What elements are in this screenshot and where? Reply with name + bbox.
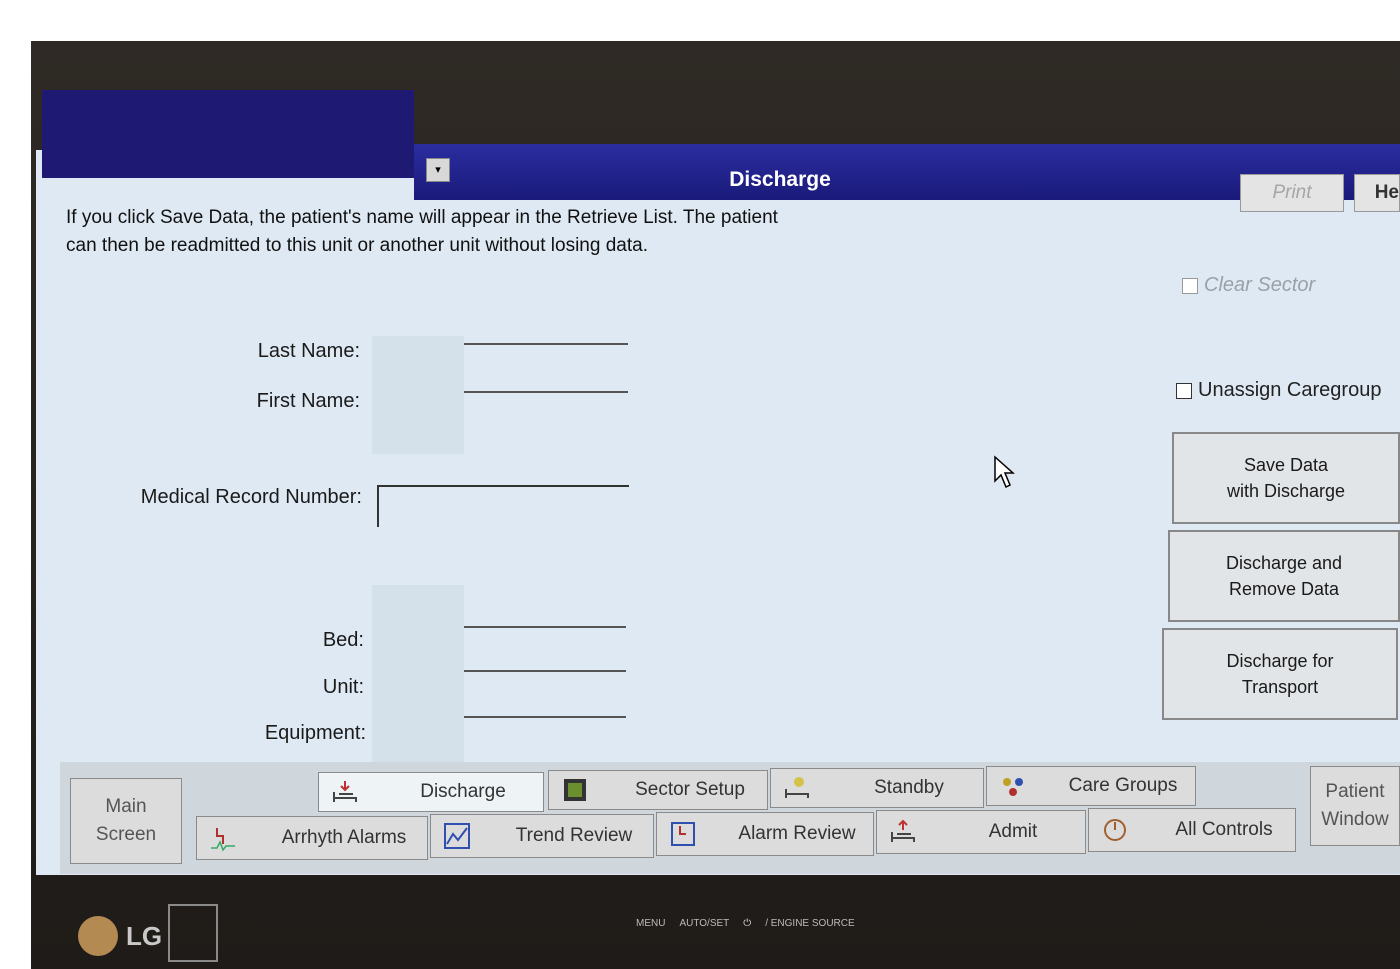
unassign-caregroup-option[interactable]: Unassign Caregroup (1176, 379, 1381, 402)
redacted-location (372, 585, 464, 770)
window-title: Discharge (729, 168, 831, 191)
tab-alarm-review[interactable]: Alarm Review (656, 812, 874, 856)
equipment-field (464, 716, 626, 718)
main-screen-button[interactable]: Main Screen (70, 778, 182, 864)
unassign-caregroup-checkbox[interactable] (1176, 382, 1192, 399)
tab-standby-label: Standby (874, 777, 944, 798)
lg-logo: LG (78, 904, 219, 962)
arrhythmia-alarm-icon (209, 824, 237, 852)
mrn-label: Medical Record Number: (140, 486, 362, 508)
tab-arrhyth-alarms-label: Arrhyth Alarms (281, 827, 407, 848)
tab-discharge[interactable]: Discharge (318, 772, 544, 812)
tab-trend-review[interactable]: Trend Review (430, 814, 654, 858)
tab-alarm-review-label: Alarm Review (738, 823, 856, 844)
info-text: If you click Save Data, the patient's na… (66, 207, 778, 256)
tab-admit-label: Admit (988, 821, 1038, 842)
tab-sector-setup[interactable]: Sector Setup (548, 770, 768, 810)
tab-all-controls[interactable]: All Controls (1088, 808, 1296, 852)
first-name-field[interactable] (464, 391, 628, 393)
power-icon[interactable]: ⏻ (743, 918, 751, 929)
bed-label: Bed: (322, 629, 364, 651)
tab-sector-setup-label: Sector Setup (635, 779, 745, 800)
discharge-for-transport-button[interactable]: Discharge for Transport (1162, 628, 1398, 720)
discharge-and-remove-data-button[interactable]: Discharge and Remove Data (1168, 530, 1400, 622)
tab-all-controls-label: All Controls (1175, 819, 1273, 840)
save-data-with-discharge-button[interactable]: Save Data with Discharge (1172, 432, 1400, 524)
energy-star-icon (168, 904, 219, 962)
all-controls-icon (1101, 816, 1129, 844)
bezel-auto-label[interactable]: AUTO/SET (679, 918, 729, 929)
tab-care-groups[interactable]: Care Groups (986, 766, 1196, 806)
tab-trend-review-label: Trend Review (515, 825, 633, 846)
first-name-label: First Name: (256, 390, 360, 412)
trend-chart-icon (443, 822, 471, 850)
sector-setup-icon (561, 776, 589, 804)
brand-label: LG (126, 920, 163, 951)
mrn-input[interactable] (377, 485, 629, 527)
help-button[interactable]: He (1354, 174, 1400, 212)
bezel-source-label[interactable]: / ENGINE SOURCE (765, 918, 854, 929)
bezel-menu-label[interactable]: MENU (636, 918, 665, 929)
clear-sector-checkbox[interactable] (1182, 277, 1198, 294)
unit-label: Unit: (322, 676, 364, 698)
tab-standby[interactable]: Standby (770, 768, 984, 808)
redacted-name (372, 336, 464, 454)
tab-discharge-label: Discharge (420, 781, 506, 802)
clear-sector-option[interactable]: Clear Sector (1182, 274, 1315, 297)
last-name-field[interactable] (464, 343, 628, 345)
unit-field (464, 670, 626, 672)
mouse-cursor-icon (994, 455, 1015, 489)
patient-window-button[interactable]: Patient Window (1310, 766, 1400, 846)
standby-icon (783, 774, 811, 802)
bed-field (464, 626, 626, 628)
unassign-caregroup-label: Unassign Caregroup (1198, 379, 1382, 401)
admit-bed-icon (889, 818, 917, 846)
alarm-review-icon (669, 820, 697, 848)
bezel-controls: MENU AUTO/SET ⏻ / ENGINE SOURCE (636, 918, 855, 929)
tab-care-groups-label: Care Groups (1068, 775, 1178, 796)
lg-circle-icon (78, 916, 118, 956)
print-button[interactable]: Print (1240, 174, 1344, 212)
equipment-label: Equipment: (264, 722, 366, 744)
tab-arrhyth-alarms[interactable]: Arrhyth Alarms (196, 816, 428, 860)
care-groups-icon (999, 772, 1027, 800)
last-name-label: Last Name: (257, 340, 360, 362)
bed-icon (331, 778, 359, 806)
tab-admit[interactable]: Admit (876, 810, 1086, 854)
redacted-patient-selector (42, 90, 414, 178)
clear-sector-label: Clear Sector (1204, 274, 1316, 296)
dropdown-arrow-icon[interactable]: ▾ (426, 158, 450, 182)
